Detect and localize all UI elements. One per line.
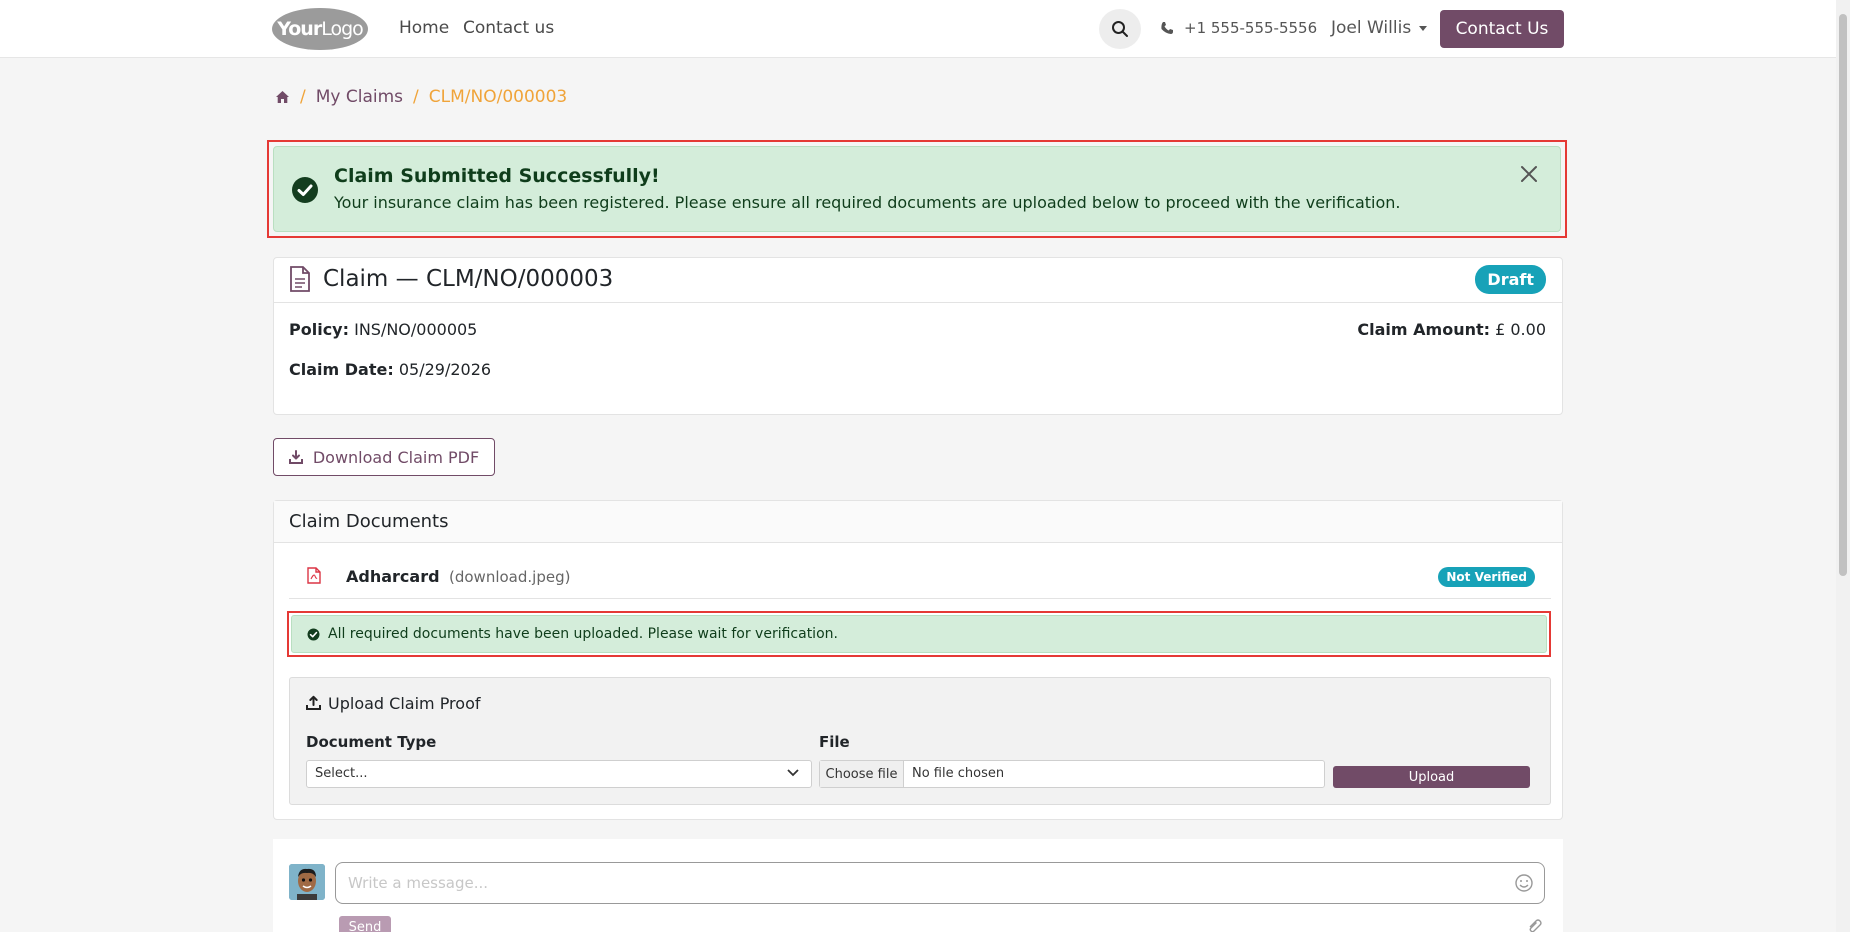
document-row: Adharcard (download.jpeg) Not Verified [289, 553, 1551, 599]
claim-card: Claim — CLM/NO/000003 Draft Policy: INS/… [273, 257, 1563, 415]
user-menu[interactable]: Joel Willis [1331, 18, 1428, 38]
document-type-label: Document Type [306, 733, 437, 751]
paperclip-icon[interactable] [1527, 919, 1543, 932]
claim-date-value: 05/29/2026 [398, 360, 492, 379]
documents-header: Claim Documents [274, 501, 1562, 543]
document-icon [290, 266, 310, 292]
download-icon [288, 450, 303, 464]
claim-amount-value: £ 0.00 [1495, 320, 1546, 339]
upload-title: Upload Claim Proof [328, 694, 481, 713]
contact-us-button[interactable]: Contact Us [1440, 10, 1564, 48]
file-pdf-icon [307, 567, 321, 584]
document-filename[interactable]: (download.jpeg) [449, 568, 570, 586]
home-icon[interactable] [275, 90, 290, 104]
upload-claim-proof-form: Upload Claim Proof Document Type File Se… [289, 677, 1551, 805]
document-name: Adharcard [346, 567, 440, 586]
document-type-select[interactable]: Select... [306, 760, 812, 788]
download-claim-pdf-button[interactable]: Download Claim PDF [273, 438, 495, 476]
message-input[interactable]: Write a message... [335, 862, 1545, 904]
policy-value: INS/NO/000005 [354, 320, 478, 339]
policy-label: Policy: [289, 320, 349, 339]
search-button[interactable] [1099, 9, 1141, 49]
check-circle-icon [307, 628, 320, 641]
file-status: No file chosen [912, 766, 1005, 781]
nav-link-home[interactable]: Home [399, 18, 449, 38]
claim-amount-label: Claim Amount: [1357, 320, 1491, 339]
breadcrumb: / My Claims / CLM/NO/000003 [275, 87, 567, 107]
user-avatar-icon [289, 864, 325, 900]
logo-text-bold: Your [277, 18, 322, 40]
status-badge: Draft [1475, 265, 1546, 294]
choose-file-button[interactable]: Choose file [820, 761, 904, 787]
search-icon [1112, 21, 1128, 37]
success-alert: Claim Submitted Successfully! Your insur… [273, 146, 1561, 232]
claim-title: Claim — CLM/NO/000003 [323, 266, 614, 292]
breadcrumb-separator: / [300, 87, 306, 107]
claim-date-field: Claim Date: 05/29/2026 [289, 360, 491, 379]
claim-header: Claim — CLM/NO/000003 Draft [274, 258, 1562, 303]
file-label: File [819, 733, 850, 751]
verification-badge: Not Verified [1438, 567, 1535, 587]
caret-down-icon [1419, 25, 1428, 31]
check-circle-icon [292, 177, 318, 203]
claim-amount-field: Claim Amount: £ 0.00 [1357, 320, 1546, 339]
send-button[interactable]: Send [339, 916, 391, 932]
emoji-icon[interactable] [1514, 873, 1534, 893]
alert-title: Claim Submitted Successfully! [334, 165, 660, 187]
brand-logo[interactable]: Your Logo [272, 8, 368, 50]
alert-message: Your insurance claim has been registered… [334, 193, 1401, 212]
phone-link[interactable]: +1 555-555-5556 [1160, 19, 1317, 37]
claim-date-label: Claim Date: [289, 360, 394, 379]
breadcrumb-current: CLM/NO/000003 [428, 87, 568, 107]
chevron-down-icon [787, 769, 799, 777]
page-scrollbar[interactable] [1836, 0, 1850, 932]
close-icon[interactable] [1520, 165, 1538, 183]
upload-button[interactable]: Upload [1333, 766, 1530, 788]
scrollbar-thumb[interactable] [1839, 14, 1847, 576]
user-name: Joel Willis [1331, 18, 1412, 38]
breadcrumb-my-claims[interactable]: My Claims [316, 87, 403, 107]
upload-icon [306, 695, 321, 710]
file-input[interactable]: Choose file No file chosen [819, 760, 1325, 788]
claim-documents-card: Claim Documents Adharcard (download.jpeg… [273, 500, 1563, 820]
upload-complete-notice: All required documents have been uploade… [291, 615, 1547, 653]
phone-icon [1161, 22, 1173, 34]
avatar [289, 864, 325, 900]
document-type-value: Select... [315, 766, 368, 781]
nav-link-contact[interactable]: Contact us [463, 18, 554, 38]
navbar: Your Logo Home Contact us +1 555-555-5556… [0, 0, 1836, 58]
policy-field: Policy: INS/NO/000005 [289, 320, 477, 339]
download-label: Download Claim PDF [312, 447, 480, 467]
logo-text-light: Logo [321, 18, 364, 40]
message-placeholder: Write a message... [348, 874, 489, 892]
phone-number: +1 555-555-5556 [1184, 19, 1318, 37]
documents-title: Claim Documents [289, 511, 449, 532]
breadcrumb-separator: / [413, 87, 419, 107]
chatter-composer: Write a message... Send [273, 839, 1563, 932]
notice-text: All required documents have been uploade… [328, 626, 838, 642]
